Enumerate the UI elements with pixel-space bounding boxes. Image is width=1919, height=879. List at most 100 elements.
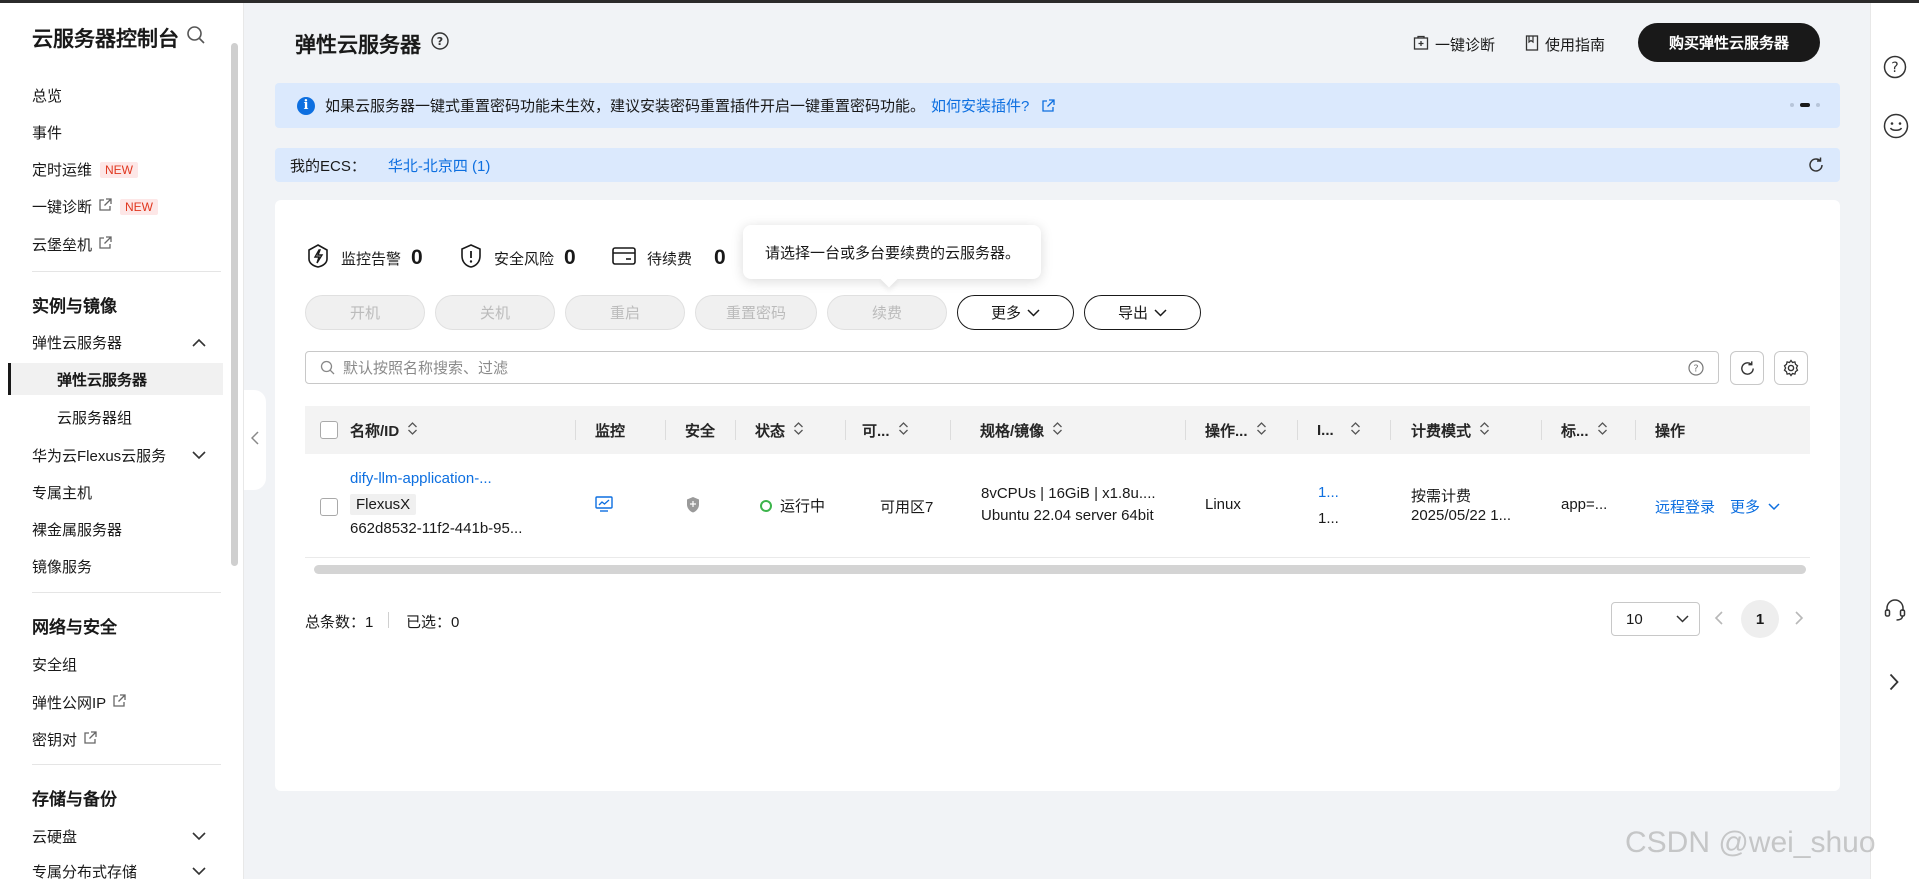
sidebar-item-scheduled-ops[interactable]: 定时运维 NEW <box>32 159 139 180</box>
prev-page-icon[interactable] <box>1714 609 1723 630</box>
external-link-icon <box>83 730 97 749</box>
sidebar-item-eip[interactable]: 弹性公网IP <box>32 692 126 713</box>
my-ecs-bar: 我的ECS： 华北-北京四 (1) <box>275 148 1840 182</box>
sidebar-item-evs[interactable]: 云硬盘 <box>32 826 206 847</box>
watermark: CSDN @wei_shuo <box>1625 826 1876 859</box>
renew-button[interactable]: 续费 <box>827 295 947 330</box>
next-page-icon[interactable] <box>1795 609 1804 630</box>
os-value: Linux <box>1205 496 1241 513</box>
carousel-dots[interactable] <box>1790 103 1820 107</box>
table-horizontal-scrollbar[interactable] <box>314 565 1806 574</box>
instance-name-link[interactable]: dify-llm-application-... <box>350 470 492 487</box>
svg-text:?: ? <box>1891 60 1898 76</box>
wallet-icon <box>611 243 647 273</box>
sidebar-item-events[interactable]: 事件 <box>32 122 62 143</box>
monitor-chart-icon[interactable] <box>595 496 613 516</box>
sidebar-item-ecs[interactable]: 弹性云服务器 <box>8 363 223 395</box>
settings-button[interactable] <box>1774 351 1808 385</box>
th-tag[interactable]: 标... <box>1561 406 1608 454</box>
right-rail: ? <box>1870 3 1919 879</box>
sidebar-item-bms[interactable]: 裸金属服务器 <box>32 519 122 540</box>
external-link-icon <box>98 235 112 254</box>
top-border <box>0 0 1919 3</box>
page-number-current[interactable]: 1 <box>1741 600 1779 638</box>
row-more-link[interactable]: 更多 <box>1730 496 1780 517</box>
chevron-down-icon <box>192 828 206 845</box>
page-size-select[interactable]: 10 <box>1611 602 1700 636</box>
stat-monitor-alarm[interactable]: 监控告警 0 <box>305 243 423 273</box>
th-os[interactable]: 操作... <box>1205 406 1267 454</box>
column-divider <box>1297 420 1298 440</box>
stat-security-risk[interactable]: 安全风险 0 <box>458 243 576 273</box>
sidebar-title: 云服务器控制台 <box>32 28 179 51</box>
column-divider <box>735 420 736 440</box>
th-ops: 操作 <box>1655 422 1686 440</box>
help-circle-icon[interactable]: ? <box>1688 360 1704 380</box>
refresh-icon[interactable] <box>1807 156 1825 178</box>
ip-public[interactable]: 1... <box>1318 484 1339 501</box>
status-dot-icon <box>760 500 772 512</box>
reset-password-button[interactable]: 重置密码 <box>695 295 817 330</box>
sidebar-item-security-group[interactable]: 安全组 <box>32 654 77 675</box>
th-az[interactable]: 可... <box>862 406 909 454</box>
headset-icon[interactable] <box>1883 597 1907 627</box>
search-icon[interactable] <box>186 25 206 49</box>
restart-button[interactable]: 重启 <box>565 295 685 330</box>
sidebar-collapse-toggle[interactable] <box>244 390 266 490</box>
instance-id: 662d8532-11f2-441b-95... <box>350 520 523 537</box>
new-badge: NEW <box>120 198 159 215</box>
th-name[interactable]: 名称/ID <box>350 406 418 454</box>
sidebar-item-keypair[interactable]: 密钥对 <box>32 729 97 750</box>
sidebar-item-ecs-parent[interactable]: 弹性云服务器 <box>32 332 206 353</box>
install-plugin-link[interactable]: 如何安装插件? <box>931 95 1029 116</box>
sidebar-item-overview[interactable]: 总览 <box>32 85 62 106</box>
th-status[interactable]: 状态 <box>755 406 804 454</box>
group-instances-images: 实例与镜像 <box>32 297 117 316</box>
select-all-checkbox[interactable] <box>320 406 338 454</box>
sidebar-item-diagnose[interactable]: 一键诊断 NEW <box>32 196 159 217</box>
column-divider <box>665 420 666 440</box>
region-link[interactable]: 华北-北京四 (1) <box>388 155 491 176</box>
stop-button[interactable]: 关机 <box>435 295 555 330</box>
stat-pending-renewal[interactable]: 待续费 0 <box>611 243 726 273</box>
sidebar-item-dedicated-host[interactable]: 专属主机 <box>32 482 92 503</box>
guide-link[interactable]: 使用指南 <box>1525 34 1605 55</box>
sidebar-scrollbar[interactable] <box>231 43 238 566</box>
row-checkbox[interactable] <box>320 498 338 516</box>
smiley-icon[interactable] <box>1883 113 1909 143</box>
chevron-down-icon <box>1148 308 1167 317</box>
info-icon: i <box>297 96 315 115</box>
start-button[interactable]: 开机 <box>305 295 425 330</box>
export-button[interactable]: 导出 <box>1084 295 1201 330</box>
sidebar-item-bastion[interactable]: 云堡垒机 <box>32 234 112 255</box>
diagnose-link[interactable]: 一键诊断 <box>1413 34 1495 55</box>
buy-ecs-button[interactable]: 购买弹性云服务器 <box>1638 23 1820 62</box>
search-input[interactable]: 默认按照名称搜索、过滤 ? <box>305 351 1719 384</box>
chevron-right-icon[interactable] <box>1889 673 1899 695</box>
th-billing[interactable]: 计费模式 <box>1411 406 1490 454</box>
divider <box>32 764 221 765</box>
remote-login-link[interactable]: 远程登录 <box>1655 496 1715 517</box>
column-divider <box>845 420 846 440</box>
external-link-icon <box>112 693 126 712</box>
sidebar-item-image[interactable]: 镜像服务 <box>32 556 92 577</box>
chevron-down-icon <box>192 863 206 879</box>
th-ip[interactable]: I... <box>1317 406 1361 454</box>
sidebar-item-flexus[interactable]: 华为云Flexus云服务 <box>32 445 206 466</box>
external-link-icon[interactable] <box>1041 98 1056 113</box>
th-spec[interactable]: 规格/镜像 <box>980 406 1063 454</box>
sidebar-item-dss[interactable]: 专属分布式存储 <box>32 861 206 879</box>
billing-date: 2025/05/22 1... <box>1411 507 1512 524</box>
help-circle-icon[interactable]: ? <box>431 32 449 56</box>
ip-private: 1... <box>1318 510 1339 527</box>
column-divider <box>1635 420 1636 440</box>
flexus-tag: FlexusX <box>350 494 417 515</box>
refresh-list-button[interactable] <box>1730 351 1764 385</box>
search-placeholder: 默认按照名称搜索、过滤 <box>343 360 509 377</box>
more-actions-button[interactable]: 更多 <box>957 295 1074 330</box>
sidebar-item-ecs-group[interactable]: 云服务器组 <box>57 407 132 428</box>
sort-icon <box>1597 421 1608 440</box>
chevron-left-icon <box>250 430 259 450</box>
security-shield-icon[interactable] <box>685 496 701 518</box>
help-circle-icon[interactable]: ? <box>1883 55 1907 83</box>
